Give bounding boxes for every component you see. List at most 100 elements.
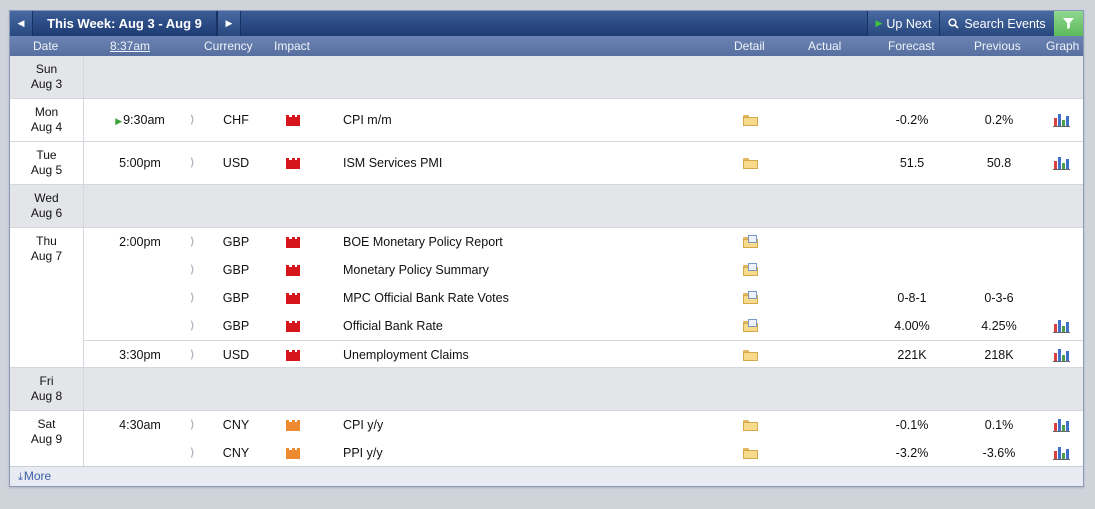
event-name[interactable]: Monetary Policy Summary [343,256,723,284]
event-row[interactable]: 4:30am ⟩⟩ CNY CPI y/y -0.1% 0.1% [84,411,1083,439]
high-impact-icon[interactable] [286,350,300,361]
detail-cell [743,341,759,369]
news-folder-icon[interactable] [743,319,758,332]
news-folder-icon[interactable] [743,235,758,248]
event-name[interactable]: CPI m/m [343,106,723,134]
event-previous: 218K [984,348,1014,362]
day-date: Aug 5 [30,163,63,177]
event-row[interactable]: 3:30pm ⟩⟩ USD Unemployment Claims 221K 218K [84,340,1083,368]
col-detail: Detail [734,39,765,53]
event-name[interactable]: MPC Official Bank Rate Votes [343,284,723,312]
next-week-button[interactable]: ▶ [217,11,241,36]
sound-alert-icon[interactable]: ⟩⟩ [190,439,200,467]
event-time-text: 2:00pm [119,235,161,249]
detail-cell [743,106,759,134]
event-time-text: 3:30pm [119,348,161,362]
more-link[interactable]: ⤓More [10,466,1083,486]
event-previous [969,228,1029,256]
event-forecast: 51.5 [899,156,925,170]
detail-cell [743,439,759,467]
event-currency: USD [222,156,250,170]
folder-icon[interactable] [743,350,758,361]
event-row[interactable]: 5:00pm ⟩⟩ USD ISM Services PMI 51.5 50.8 [84,149,1083,177]
day-date: Aug 3 [30,77,63,91]
event-currency: GBP [222,291,250,305]
sound-alert-icon[interactable]: ⟩⟩ [190,284,200,312]
event-time-text: 9:30am [123,113,165,127]
event-forecast: -3.2% [895,446,929,460]
event-previous: 50.8 [986,156,1012,170]
sound-alert-icon[interactable]: ⟩⟩ [190,341,200,369]
event-currency: GBP [222,319,250,333]
bar-chart-icon[interactable] [1053,156,1070,170]
day-row: Wed Aug 6 [10,185,1083,228]
search-events-button[interactable]: Search Events [939,11,1054,36]
event-time [110,312,170,340]
high-impact-icon[interactable] [286,115,300,126]
event-forecast [882,228,942,256]
day-date-cell: Mon Aug 4 [10,99,84,141]
folder-icon[interactable] [743,158,758,169]
event-name[interactable]: ISM Services PMI [343,149,723,177]
prev-week-button[interactable]: ◀ [10,11,33,36]
event-row[interactable]: ⟩⟩ CNY PPI y/y -3.2% -3.6% [84,439,1083,467]
news-folder-icon[interactable] [743,291,758,304]
event-row[interactable]: ⟩⟩ GBP MPC Official Bank Rate Votes 0-8-1 0-… [84,284,1083,312]
sound-alert-icon[interactable]: ⟩⟩ [190,149,200,177]
graph-cell [1053,106,1071,134]
event-previous: 0.1% [984,418,1014,432]
impact-cell [286,106,300,134]
event-time: 3:30pm [110,341,170,369]
arrow-down-icon: ⤓ [18,471,23,483]
day-date: Aug 7 [30,249,63,263]
col-time-current[interactable]: 8:37am [110,36,150,56]
event-name[interactable]: PPI y/y [343,439,723,467]
medium-impact-icon[interactable] [286,448,300,459]
high-impact-icon[interactable] [286,265,300,276]
col-previous: Previous [974,39,1021,53]
event-name[interactable]: CPI y/y [343,411,723,439]
day-date-cell: Sun Aug 3 [10,56,84,98]
news-folder-icon[interactable] [743,263,758,276]
folder-icon[interactable] [743,420,758,431]
day-date-cell: Wed Aug 6 [10,185,84,227]
event-currency: GBP [222,235,250,249]
sound-alert-icon[interactable]: ⟩⟩ [190,256,200,284]
up-next-button[interactable]: ▶ Up Next [867,11,939,36]
bar-chart-icon[interactable] [1053,319,1070,333]
day-date: Aug 6 [30,206,63,220]
col-forecast: Forecast [888,39,935,53]
event-time [110,439,170,467]
search-events-label: Search Events [964,16,1046,31]
week-title[interactable]: This Week: Aug 3 - Aug 9 [33,11,217,36]
event-row[interactable]: 2:00pm ⟩⟩ GBP BOE Monetary Policy Report [84,228,1083,256]
bar-chart-icon[interactable] [1053,113,1070,127]
day-row: Sun Aug 3 [10,56,1083,99]
folder-icon[interactable] [743,115,758,126]
sound-alert-icon[interactable]: ⟩⟩ [190,228,200,256]
event-name[interactable]: Official Bank Rate [343,312,723,340]
event-row[interactable]: ⟩⟩ GBP Official Bank Rate 4.00% 4.25% [84,312,1083,340]
sound-alert-icon[interactable]: ⟩⟩ [190,106,200,134]
sound-alert-icon[interactable]: ⟩⟩ [190,411,200,439]
medium-impact-icon[interactable] [286,420,300,431]
event-name[interactable]: BOE Monetary Policy Report [343,228,723,256]
day-weekday: Sat [37,417,56,431]
filter-button[interactable] [1054,11,1083,36]
event-row[interactable]: ⟩⟩ GBP Monetary Policy Summary [84,256,1083,284]
bar-chart-icon[interactable] [1053,446,1070,460]
high-impact-icon[interactable] [286,321,300,332]
event-name[interactable]: Unemployment Claims [343,341,723,369]
bar-chart-icon[interactable] [1053,348,1070,362]
folder-icon[interactable] [743,448,758,459]
event-row[interactable]: ▶9:30am ⟩⟩ CHF CPI m/m -0.2% 0.2% [84,106,1083,134]
event-time: 2:00pm [110,228,170,256]
high-impact-icon[interactable] [286,237,300,248]
high-impact-icon[interactable] [286,293,300,304]
sound-alert-icon[interactable]: ⟩⟩ [190,312,200,340]
day-weekday: Tue [36,148,57,162]
arrow-left-icon: ◀ [17,18,25,28]
bar-chart-icon[interactable] [1053,418,1070,432]
high-impact-icon[interactable] [286,158,300,169]
next-event-marker-icon: ▶ [115,116,123,126]
